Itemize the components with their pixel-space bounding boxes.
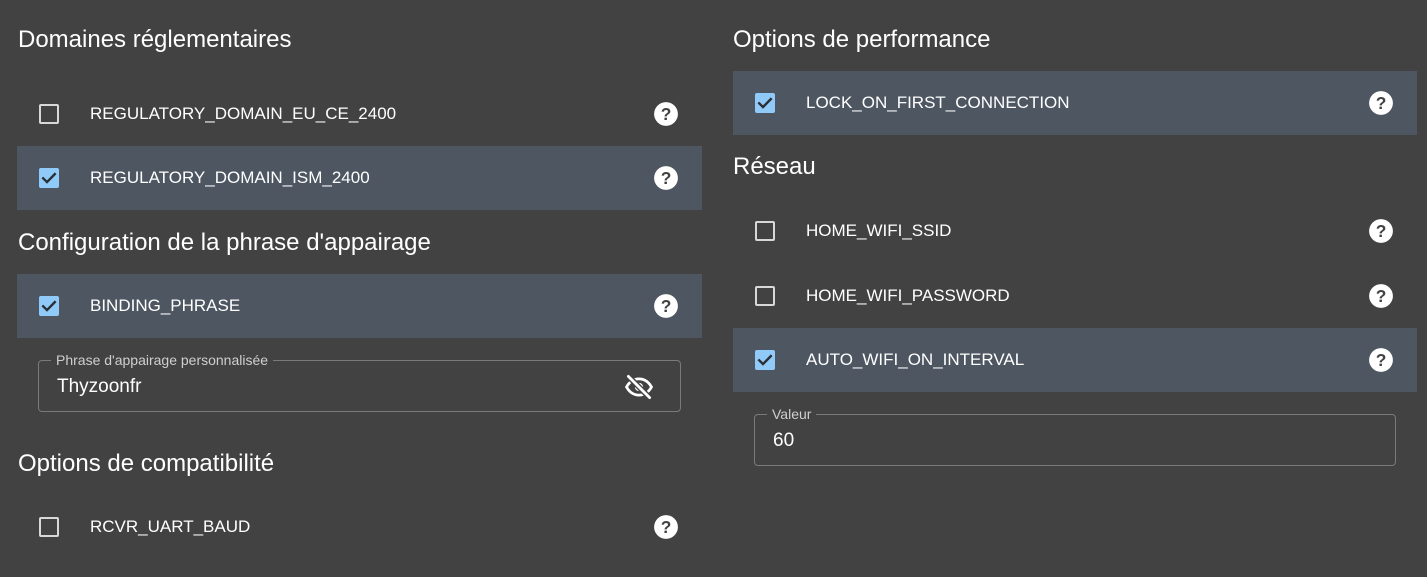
option-row-lock-on-first-connection: LOCK_ON_FIRST_CONNECTION ? [733,71,1417,135]
checkmark-icon [41,300,57,312]
checkbox-unchecked[interactable] [39,104,59,124]
svg-text:?: ? [1376,350,1387,370]
option-label: LOCK_ON_FIRST_CONNECTION [806,93,1070,112]
svg-text:?: ? [661,296,672,316]
help-icon[interactable]: ? [1368,90,1394,116]
binding-phrase-input[interactable]: Thyzoonfr [57,361,141,413]
option-label: RCVR_UART_BAUD [90,517,251,536]
option-label: AUTO_WIFI_ON_INTERVAL [806,350,1025,369]
section-title-compat: Options de compatibilité [18,450,275,477]
section-title-regulatory: Domaines réglementaires [18,26,292,53]
value-field[interactable]: Valeur 60 [754,406,1396,467]
checkbox-checked[interactable] [755,350,775,370]
binding-phrase-field[interactable]: Phrase d'appairage personnalisée Thyzoon… [38,352,681,413]
help-icon[interactable]: ? [1368,283,1394,309]
section-title-binding: Configuration de la phrase d'appairage [18,229,431,256]
option-row-regulatory-ism: REGULATORY_DOMAIN_ISM_2400 ? [17,146,702,210]
visibility-off-icon[interactable] [624,372,654,402]
option-label: BINDING_PHRASE [90,296,241,315]
option-label: HOME_WIFI_SSID [806,221,952,240]
option-row-regulatory-eu: REGULATORY_DOMAIN_EU_CE_2400 ? [17,82,702,146]
option-row-rcvr-uart-baud: RCVR_UART_BAUD ? [17,495,702,559]
option-label: REGULATORY_DOMAIN_ISM_2400 [90,168,370,187]
option-row-home-wifi-ssid: HOME_WIFI_SSID ? [733,199,1417,263]
checkmark-icon [757,354,773,366]
svg-text:?: ? [1376,93,1387,113]
checkbox-unchecked[interactable] [755,286,775,306]
help-icon[interactable]: ? [1368,347,1394,373]
checkbox-checked[interactable] [39,296,59,316]
option-row-home-wifi-password: HOME_WIFI_PASSWORD ? [733,264,1417,328]
checkmark-icon [757,97,773,109]
checkbox-unchecked[interactable] [755,221,775,241]
svg-text:?: ? [1376,286,1387,306]
checkbox-unchecked[interactable] [39,517,59,537]
option-label: REGULATORY_DOMAIN_EU_CE_2400 [90,104,397,123]
section-title-network: Réseau [733,153,816,180]
svg-text:?: ? [1376,221,1387,241]
checkbox-checked[interactable] [39,168,59,188]
option-label: HOME_WIFI_PASSWORD [806,286,1010,305]
svg-text:?: ? [661,168,672,188]
help-icon[interactable]: ? [653,293,679,319]
help-icon[interactable]: ? [653,165,679,191]
help-icon[interactable]: ? [653,101,679,127]
svg-text:?: ? [661,104,672,124]
value-input[interactable]: 60 [773,415,794,467]
option-row-auto-wifi-on-interval: AUTO_WIFI_ON_INTERVAL ? [733,328,1417,392]
checkbox-checked[interactable] [755,93,775,113]
option-row-binding-phrase: BINDING_PHRASE ? [17,274,702,338]
section-title-performance: Options de performance [733,26,991,53]
help-icon[interactable]: ? [1368,218,1394,244]
svg-text:?: ? [661,517,672,537]
help-icon[interactable]: ? [653,514,679,540]
checkmark-icon [41,172,57,184]
